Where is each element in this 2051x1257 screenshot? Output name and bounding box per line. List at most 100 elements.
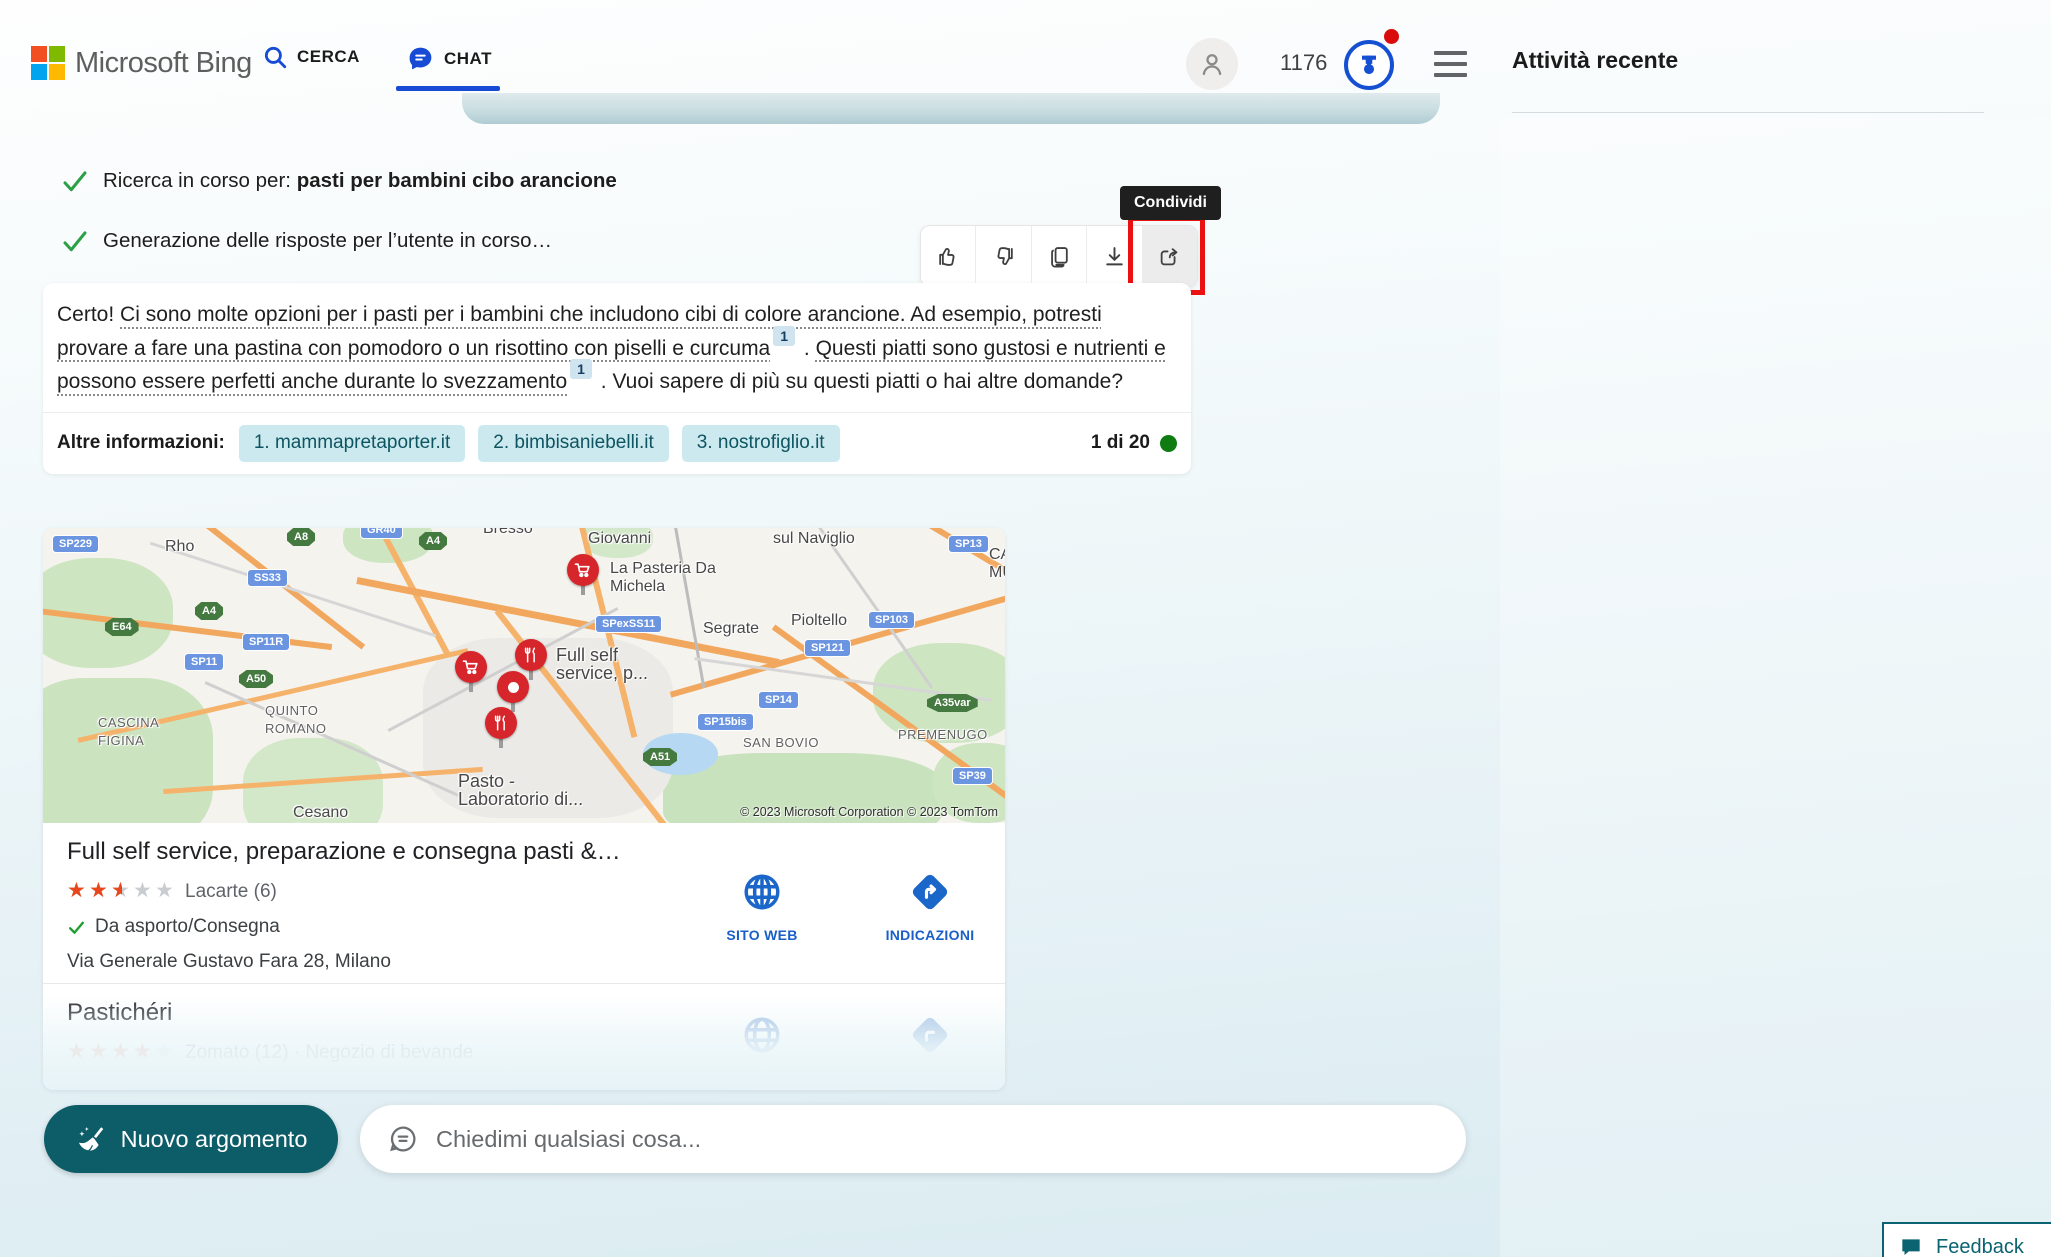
sidebar-panel (1500, 118, 2051, 1257)
website-label: SITO WEB (726, 927, 797, 943)
tab-chat-label: CHAT (444, 49, 492, 69)
cart-map-pin[interactable] (455, 651, 489, 695)
microsoft-bing-logo[interactable]: Microsoft Bing (31, 46, 252, 80)
fork-map-pin[interactable] (485, 707, 519, 751)
thumbs-down-button[interactable] (976, 226, 1031, 286)
road-badge: SP39 (953, 768, 992, 784)
directions-button[interactable]: INDICAZIONI (875, 871, 985, 943)
share-tooltip: Condividi (1120, 186, 1221, 220)
map-place-label: Pioltello (791, 612, 847, 630)
map-place-label: QUINTOROMANO (265, 702, 327, 738)
cart-map-pin[interactable] (567, 554, 601, 598)
status-line-search: Ricerca in corso per: pasti per bambini … (60, 166, 617, 196)
source-chip[interactable]: 1. mammapretaporter.it (239, 425, 465, 462)
sources-row: Altre informazioni: 1. mammapretaporter.… (43, 412, 1191, 474)
tab-search-label: CERCA (297, 47, 360, 67)
map-place-label: CesanoBoscone (293, 804, 355, 823)
directions-icon (909, 1014, 951, 1056)
star-rating: ★★★★★★★★★★ (67, 1041, 177, 1064)
check-icon (60, 226, 90, 256)
star-icon: ★★ (133, 880, 155, 902)
road-badge: SP103 (869, 612, 914, 628)
chat-input[interactable]: Chiedimi qualsiasi cosa... (360, 1105, 1466, 1173)
rewards-points[interactable]: 1176 (1280, 50, 1327, 76)
road-badge: A8 (287, 528, 315, 546)
new-topic-button[interactable]: Nuovo argomento (44, 1105, 338, 1173)
sources-label: Altre informazioni: (57, 432, 225, 454)
listing-review-source: Zomato (12) · Negozio di bevande (185, 1042, 473, 1064)
source-chip[interactable]: 2. bimbisaniebelli.it (478, 425, 669, 462)
listing-actions: SITO WEB INDICAZIONI (707, 871, 985, 943)
directions-icon (909, 871, 951, 913)
feedback-button[interactable]: Feedback (1882, 1222, 2051, 1257)
listing-service-text: Da asporto/Consegna (95, 916, 280, 938)
map-place-label: Giovanni (588, 530, 651, 548)
road-badge: A50 (239, 670, 273, 688)
answer-plain-text: . Vuoi sapere di più su questi piatti o … (595, 370, 1123, 393)
check-icon (67, 918, 86, 937)
user-message-bubble (462, 93, 1440, 124)
map-place-label: CAMU (989, 546, 1005, 582)
rewards-medal-icon[interactable] (1344, 40, 1394, 90)
notification-dot (1384, 29, 1399, 44)
road-badge: SP11 (185, 654, 223, 670)
map-place-label: Full selfservice, p... (556, 646, 648, 682)
road-badge: SPexSS11 (596, 616, 661, 632)
map-canvas[interactable]: © 2023 Microsoft Corporation © 2023 TomT… (43, 528, 1005, 823)
sidebar-divider (1512, 112, 1984, 113)
bing-chat-page: Microsoft Bing CERCA CHAT 1176 Attività … (0, 0, 2051, 1257)
profile-avatar[interactable] (1186, 38, 1238, 90)
globe-icon (741, 1014, 783, 1056)
map-place-label: Pasto -Laboratorio di... (458, 772, 583, 808)
pagination-label: 1 di 20 (1091, 432, 1150, 454)
globe-icon (741, 871, 783, 913)
citation-badge[interactable]: 1 (570, 359, 592, 379)
road-badge: A4 (195, 602, 223, 620)
website-button[interactable]: SITO WEB (707, 871, 817, 943)
star-icon: ★★ (111, 880, 133, 902)
answer-plain-text: Certo! (57, 303, 120, 326)
download-button[interactable] (1087, 226, 1142, 286)
listing-item-1[interactable]: Full self service, preparazione e conseg… (43, 823, 1005, 983)
share-button[interactable] (1143, 226, 1197, 286)
answer-card: Certo! Ci sono molte opzioni per i pasti… (43, 283, 1191, 474)
road-badge: E64 (105, 618, 139, 636)
status-generating-text: Generazione delle risposte per l’utente … (103, 229, 552, 253)
source-chip[interactable]: 3. nostrofiglio.it (682, 425, 840, 462)
listing-review-source: Lacarte (6) (185, 881, 277, 903)
map-place-label: Segrate (703, 620, 759, 638)
answer-plain-text: . (798, 337, 816, 360)
tab-chat[interactable]: CHAT (406, 44, 492, 73)
copy-button[interactable] (1032, 226, 1087, 286)
answer-toolbar (920, 225, 1198, 287)
star-icon: ★★ (111, 1041, 133, 1063)
road-badge: SS33 (248, 570, 287, 586)
road-badge: GR40 (361, 528, 402, 538)
directions-label: INDICAZIONI (886, 927, 975, 943)
chat-prompt-icon (386, 1122, 420, 1156)
road-badge: A51 (643, 748, 677, 766)
map-place-label: La Pasteria DaMichela (610, 560, 716, 596)
road-badge: SP229 (53, 536, 98, 552)
listing-item-2[interactable]: Pastichéri ★★★★★★★★★★ Zomato (12) · Nego… (43, 984, 1005, 1087)
answer-text: Certo! Ci sono molte opzioni per i pasti… (43, 283, 1191, 412)
citation-badge[interactable]: 1 (773, 326, 795, 346)
road-badge: SP14 (759, 692, 798, 708)
hamburger-menu[interactable] (1434, 51, 1467, 84)
active-tab-underline (396, 86, 500, 91)
road-badge: SP13 (949, 536, 988, 552)
website-button[interactable] (707, 1014, 817, 1056)
star-icon: ★★ (133, 1041, 155, 1063)
search-icon (262, 44, 288, 70)
directions-button[interactable] (875, 1014, 985, 1056)
microsoft-logo-icon (31, 46, 65, 80)
listing-title: Full self service, preparazione e conseg… (67, 838, 981, 866)
listing-address: Via Generale Gustavo Fara 28, Milano (67, 951, 981, 973)
tab-search[interactable]: CERCA (262, 44, 360, 70)
thumbs-up-button[interactable] (921, 226, 976, 286)
pagination-dot (1160, 435, 1177, 452)
star-icon: ★★ (67, 1041, 89, 1063)
road-badge: SP15bis (698, 714, 753, 730)
star-icon: ★★ (155, 880, 177, 902)
feedback-bubble-icon (1898, 1234, 1924, 1257)
